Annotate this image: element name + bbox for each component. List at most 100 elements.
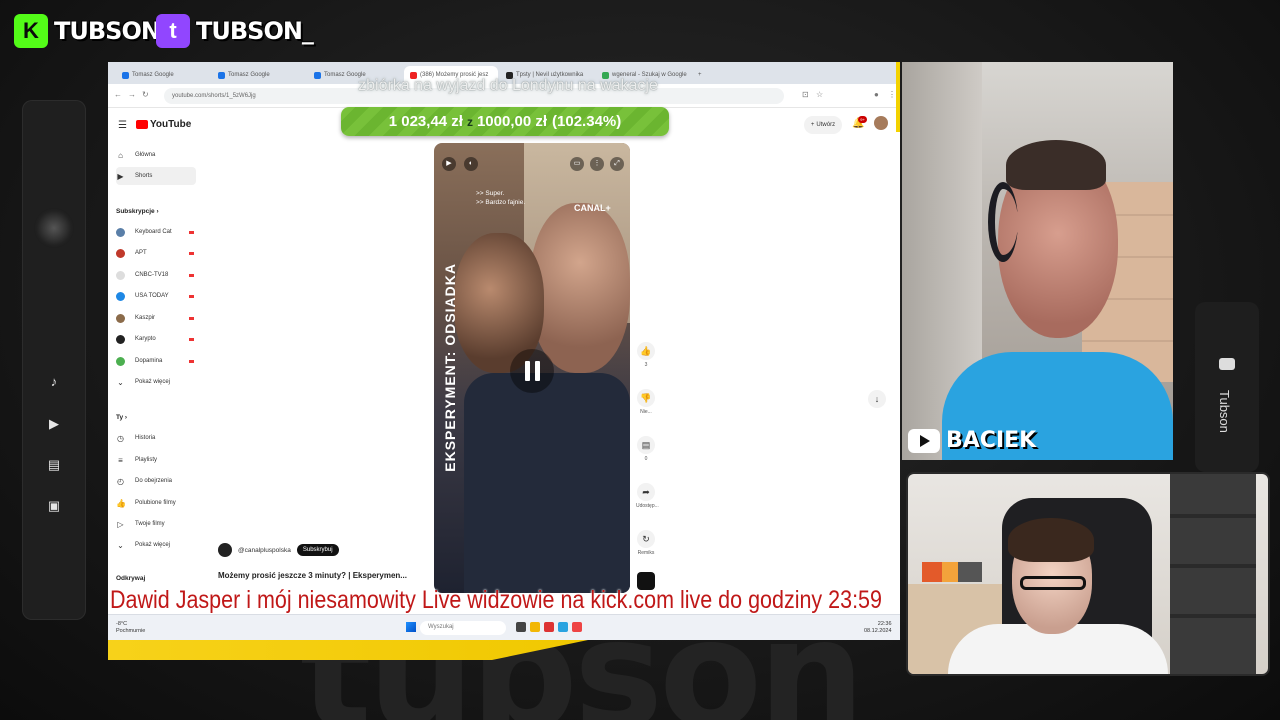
channel-avatar <box>116 248 125 258</box>
share-button[interactable]: ➦ Udostęp... <box>636 483 659 509</box>
sidebar-item-subscription[interactable]: Karypto <box>116 330 196 348</box>
task-view-icon[interactable] <box>516 622 526 632</box>
goal-percent: (102.34%) <box>552 113 622 130</box>
shorts-video-player[interactable]: ▶ ◐ ▭ ⋮ ⤢ >> Super. >> Bardzo fajnie. CA… <box>434 143 630 593</box>
sidebar-item-subscription[interactable]: Kaszpir <box>116 309 196 327</box>
weather-widget[interactable]: -8°C Pochmurnie <box>116 621 145 635</box>
share-label: Udostęp... <box>636 503 659 509</box>
hamburger-menu-icon[interactable]: ☰ <box>118 120 127 131</box>
video-vertical-title: EKSPERYMENT: ODSIADKA <box>442 263 458 472</box>
shelf <box>1170 474 1256 674</box>
app-icon[interactable] <box>572 622 582 632</box>
sidebar-item-label: Polubione filmy <box>135 500 176 506</box>
more-options-icon[interactable]: ⋮ <box>590 157 604 171</box>
volume-icon[interactable]: ◐ <box>464 157 478 171</box>
live-indicator <box>189 251 194 255</box>
twitch-logo-icon: t <box>156 14 190 48</box>
subscribe-button[interactable]: Subskrybuj <box>296 544 339 556</box>
sidebar-item-subscription[interactable]: APT <box>116 244 196 262</box>
install-icon[interactable]: ⊡ <box>802 90 809 99</box>
glasses <box>1020 576 1086 590</box>
sidebar-item-subscription[interactable]: Keyboard Cat <box>116 223 196 241</box>
taskbar-clock[interactable]: 22:36 08.12.2024 <box>864 621 892 635</box>
channel-watermark: CANAL+ <box>574 203 611 213</box>
remix-label: Remiks <box>637 550 655 556</box>
video-play-icon[interactable]: ▶ <box>44 414 64 434</box>
pause-icon[interactable] <box>510 349 554 393</box>
comments-icon: ▤ <box>637 436 655 454</box>
browser-tab[interactable]: Tomasz Google <box>116 66 210 84</box>
sidebar-item-label: Pokaż więcej <box>135 379 171 385</box>
app-icon[interactable] <box>544 622 554 632</box>
scrolling-ticker: Dawid Jasper i mój niesamowity Live widz… <box>110 586 882 614</box>
kick-logo-icon: K <box>14 14 48 48</box>
forward-icon[interactable]: → <box>128 90 136 99</box>
sidebar-item-label: USA TODAY <box>135 293 169 299</box>
windows-start-icon[interactable] <box>406 622 416 632</box>
twitch-username: TUBSON_ <box>196 17 314 45</box>
play-icon[interactable]: ▶ <box>442 157 456 171</box>
file-explorer-icon[interactable] <box>530 622 540 632</box>
comments-count: 0 <box>644 456 648 462</box>
overlay-accent <box>896 62 900 132</box>
sidebar-item-liked[interactable]: 👍 Polubione filmy <box>116 494 196 512</box>
remix-button[interactable]: ↻ Remiks <box>636 530 656 556</box>
captions-icon[interactable]: ▭ <box>570 157 584 171</box>
short-channel-row: @canalpluspolska Subskrybuj <box>218 542 339 558</box>
chrome-icon[interactable] <box>558 622 568 632</box>
youtube-logo[interactable]: YouTube <box>136 119 191 130</box>
sidebar-item-label: Playlisty <box>135 457 158 463</box>
channel-avatar[interactable] <box>218 543 232 557</box>
you-heading[interactable]: Ty › <box>116 414 127 421</box>
subscriptions-heading[interactable]: Subskrypcje › <box>116 208 159 215</box>
sidebar-item-your-videos[interactable]: ▷ Twoje filmy <box>116 515 196 533</box>
youtube-play-icon <box>136 120 148 129</box>
like-count: 3 <box>644 362 648 368</box>
cam-person-hair <box>1008 518 1094 562</box>
goal-target: 1000,00 zł <box>476 113 548 130</box>
home-icon: ⌂ <box>118 150 123 160</box>
history-icon: ◷ <box>117 433 124 443</box>
fullscreen-icon[interactable]: ⤢ <box>610 157 624 171</box>
subtitle-line: >> Bardzo fajnie. <box>476 199 526 206</box>
sidebar-item-subscription[interactable]: USA TODAY <box>116 287 196 305</box>
music-icon[interactable]: ♪ <box>44 372 64 392</box>
donation-heading: zbiórka na wyjazd do Londynu na wakacje <box>358 77 658 94</box>
image-icon[interactable]: ▣ <box>44 496 64 516</box>
browser-tab[interactable]: Tomasz Google <box>212 66 306 84</box>
short-title[interactable]: Możemy prosić jeszcze 3 minuty? | Eksper… <box>218 571 407 580</box>
create-button[interactable]: + Utwórz <box>804 116 842 134</box>
sidebar-item-subscription[interactable]: CNBC-TV18 <box>116 266 196 284</box>
google-favicon-icon <box>218 71 225 79</box>
back-icon[interactable]: ← <box>114 90 122 99</box>
your-videos-icon: ▷ <box>117 519 124 529</box>
sidebar-item-shorts[interactable]: ▶ Shorts <box>116 167 196 185</box>
bookmark-star-icon[interactable]: ☆ <box>816 90 823 99</box>
sidebar-item-playlists[interactable]: ≡ Playlisty <box>116 451 196 469</box>
channel-avatar <box>116 291 125 301</box>
taskbar-search[interactable]: Wyszukaj <box>420 621 506 635</box>
sidebar-item-watch-later[interactable]: ◴ Do obejrzenia <box>116 472 196 490</box>
menu-kebab-icon[interactable]: ⋮ <box>888 90 896 99</box>
explore-heading: Odkrywaj <box>116 575 146 582</box>
sidebar-item-subscription[interactable]: Dopamina <box>116 352 196 370</box>
live-indicator <box>189 273 194 277</box>
profile-icon[interactable]: ● <box>874 90 879 99</box>
show-more-you[interactable]: ⌄ Pokaż więcej <box>116 536 196 554</box>
sidebar-item-history[interactable]: ◷ Historia <box>116 429 196 447</box>
sidebar-item-label: Karypto <box>135 336 156 342</box>
clapperboard-icon[interactable]: ▤ <box>44 455 64 475</box>
sidebar-item-home[interactable]: ⌂ Główna <box>116 146 196 164</box>
user-avatar[interactable] <box>874 116 888 130</box>
kick-username: TUBSON <box>54 17 161 45</box>
twitch-brand: t TUBSON_ <box>156 12 314 50</box>
comments-button[interactable]: ▤ 0 <box>636 436 656 462</box>
show-more-subscriptions[interactable]: ⌄ Pokaż więcej <box>116 373 196 391</box>
reload-icon[interactable]: ↻ <box>142 90 149 99</box>
channel-handle[interactable]: @canalpluspolska <box>238 547 291 554</box>
video-person-jacket <box>464 373 630 593</box>
next-short-arrow-icon[interactable]: ↓ <box>868 390 886 408</box>
chevron-down-icon: ⌄ <box>117 540 124 550</box>
like-button[interactable]: 👍 3 <box>636 342 656 368</box>
dislike-button[interactable]: 👎 Nie... <box>636 389 656 415</box>
